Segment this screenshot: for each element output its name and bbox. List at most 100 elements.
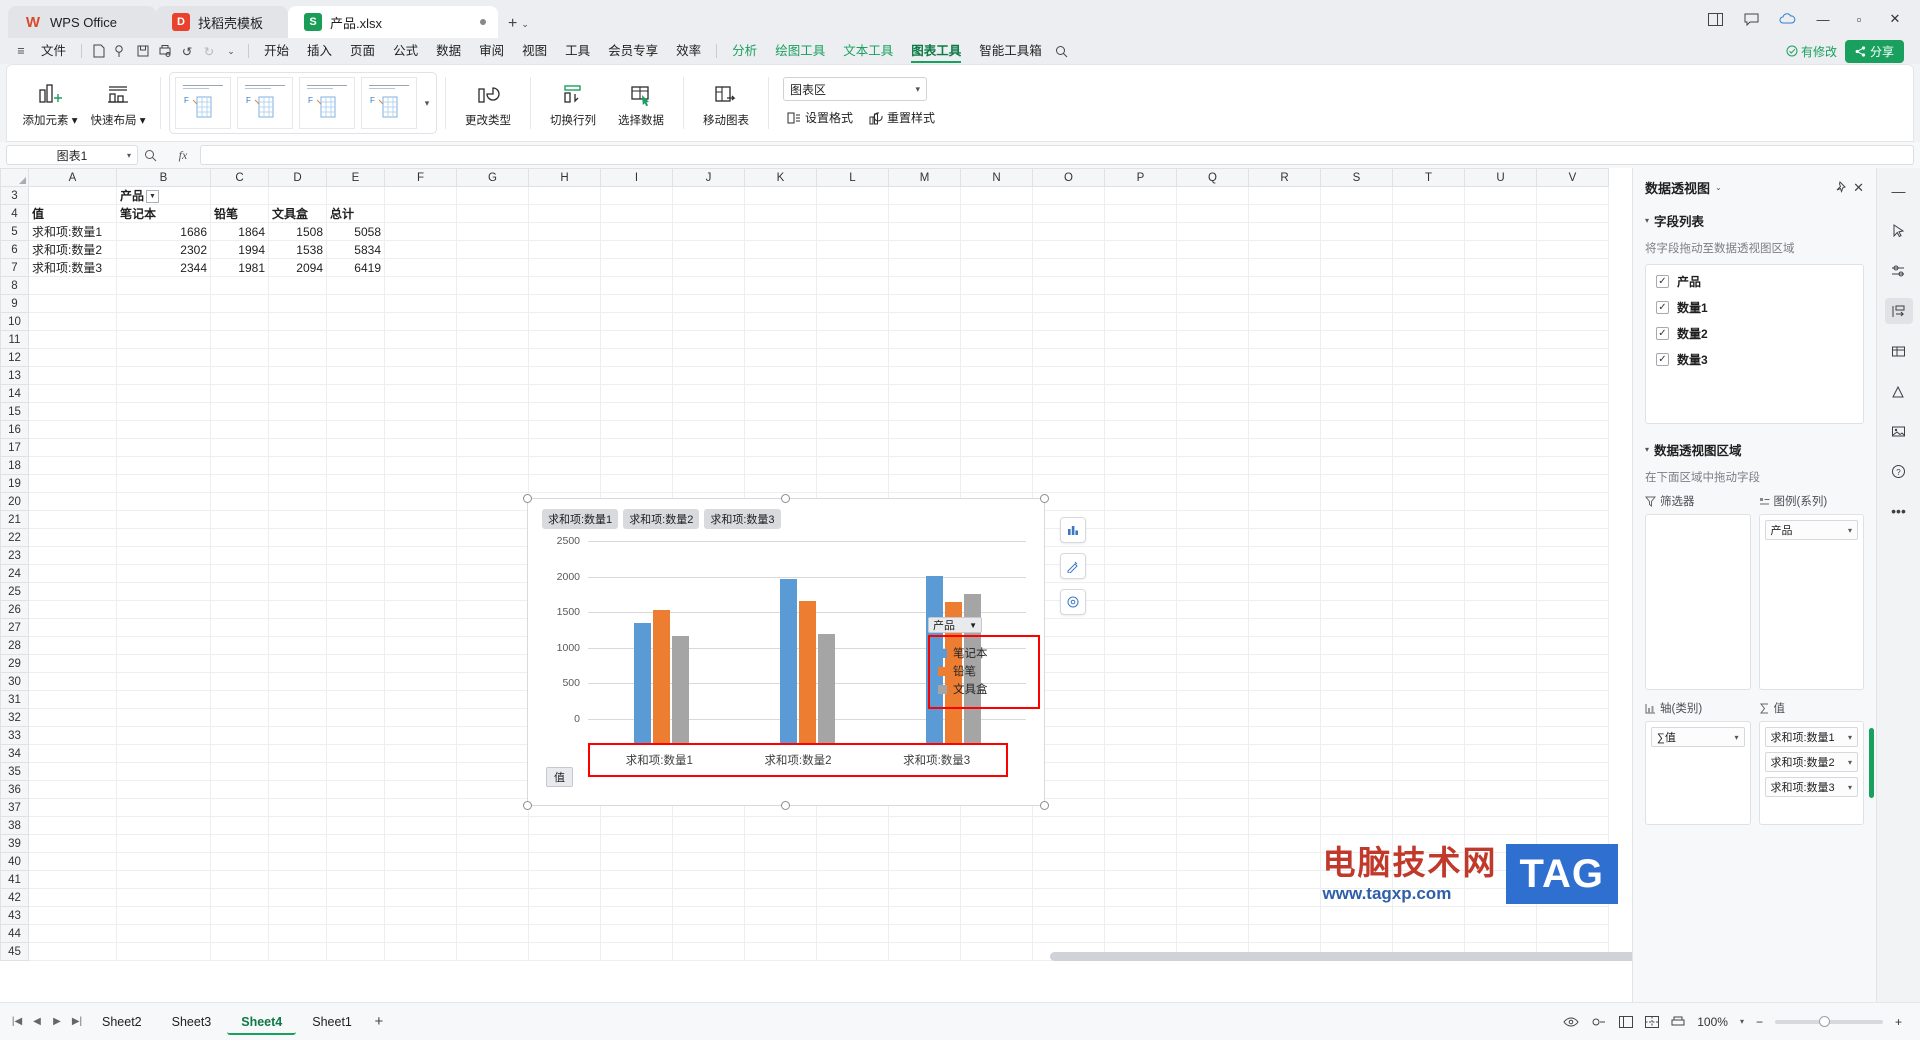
grid-cell-R40[interactable] — [1248, 852, 1321, 871]
row-header-41[interactable]: 41 — [0, 870, 29, 889]
row-header-31[interactable]: 31 — [0, 690, 29, 709]
grid-cell-J15[interactable] — [672, 402, 745, 421]
grid-cell-B40[interactable] — [116, 852, 211, 871]
grid-cell-B31[interactable] — [116, 690, 211, 709]
grid-cell-H3[interactable] — [528, 186, 601, 205]
row-header-30[interactable]: 30 — [0, 672, 29, 691]
table-icon[interactable] — [1885, 338, 1913, 364]
resize-handle-se[interactable] — [1040, 801, 1049, 810]
grid-cell-D41[interactable] — [268, 870, 327, 889]
menu-tab-2[interactable]: 页面 — [341, 40, 384, 62]
column-header-R[interactable]: R — [1248, 168, 1321, 187]
grid-cell-S34[interactable] — [1320, 744, 1393, 763]
grid-cell-G42[interactable] — [456, 888, 529, 907]
grid-cell-F27[interactable] — [384, 618, 457, 637]
grid-cell-P41[interactable] — [1104, 870, 1177, 889]
grid-cell-D5[interactable]: 1508 — [268, 222, 327, 241]
grid-cell-N4[interactable] — [960, 204, 1033, 223]
series-button-2[interactable]: 求和项:数量3 — [704, 509, 781, 529]
resize-handle-n[interactable] — [781, 494, 790, 503]
grid-cell-F29[interactable] — [384, 654, 457, 673]
grid-cell-M42[interactable] — [888, 888, 961, 907]
grid-cell-R25[interactable] — [1248, 582, 1321, 601]
grid-cell-F39[interactable] — [384, 834, 457, 853]
more-icon[interactable]: ••• — [1885, 498, 1913, 524]
grid-cell-F15[interactable] — [384, 402, 457, 421]
grid-cell-Q7[interactable] — [1176, 258, 1249, 277]
grid-cell-A21[interactable] — [28, 510, 117, 529]
grid-cell-L6[interactable] — [816, 240, 889, 259]
menu-tab-5[interactable]: 审阅 — [470, 40, 513, 62]
grid-cell-K7[interactable] — [744, 258, 817, 277]
grid-cell-D19[interactable] — [268, 474, 327, 493]
field-item-1[interactable]: ✓ 数量1 — [1656, 299, 1853, 316]
grid-cell-P35[interactable] — [1104, 762, 1177, 781]
grid-cell-R23[interactable] — [1248, 546, 1321, 565]
grid-cell-L16[interactable] — [816, 420, 889, 439]
grid-cell-P43[interactable] — [1104, 906, 1177, 925]
grid-cell-F17[interactable] — [384, 438, 457, 457]
switch-row-column-button[interactable]: 切换行列 — [539, 70, 607, 136]
grid-cell-J13[interactable] — [672, 366, 745, 385]
row-header-15[interactable]: 15 — [0, 402, 29, 421]
grid-cell-B23[interactable] — [116, 546, 211, 565]
grid-cell-T21[interactable] — [1392, 510, 1465, 529]
menu-tab-6[interactable]: 视图 — [513, 40, 556, 62]
grid-cell-E37[interactable] — [326, 798, 385, 817]
grid-cell-D3[interactable] — [268, 186, 327, 205]
grid-cell-K18[interactable] — [744, 456, 817, 475]
grid-cell-S12[interactable] — [1320, 348, 1393, 367]
grid-cell-F4[interactable] — [384, 204, 457, 223]
grid-cell-I4[interactable] — [600, 204, 673, 223]
grid-cell-A11[interactable] — [28, 330, 117, 349]
grid-cell-L45[interactable] — [816, 942, 889, 961]
grid-cell-A29[interactable] — [28, 654, 117, 673]
grid-cell-B13[interactable] — [116, 366, 211, 385]
grid-cell-P12[interactable] — [1104, 348, 1177, 367]
grid-cell-G8[interactable] — [456, 276, 529, 295]
grid-cell-S23[interactable] — [1320, 546, 1393, 565]
grid-cell-D17[interactable] — [268, 438, 327, 457]
grid-cell-L43[interactable] — [816, 906, 889, 925]
grid-cell-A27[interactable] — [28, 618, 117, 637]
grid-cell-U35[interactable] — [1464, 762, 1537, 781]
grid-cell-F21[interactable] — [384, 510, 457, 529]
grid-cell-G28[interactable] — [456, 636, 529, 655]
grid-cell-M15[interactable] — [888, 402, 961, 421]
grid-cell-G33[interactable] — [456, 726, 529, 745]
grid-cell-Q23[interactable] — [1176, 546, 1249, 565]
grid-cell-J44[interactable] — [672, 924, 745, 943]
zoom-in-button[interactable]: + — [1895, 1015, 1902, 1029]
grid-cell-V4[interactable] — [1536, 204, 1609, 223]
menu-tab-8[interactable]: 会员专享 — [599, 40, 667, 62]
grid-cell-A25[interactable] — [28, 582, 117, 601]
grid-cell-A14[interactable] — [28, 384, 117, 403]
column-header-Q[interactable]: Q — [1176, 168, 1249, 187]
grid-cell-Q35[interactable] — [1176, 762, 1249, 781]
grid-cell-H40[interactable] — [528, 852, 601, 871]
grid-cell-M19[interactable] — [888, 474, 961, 493]
grid-cell-F36[interactable] — [384, 780, 457, 799]
grid-cell-A34[interactable] — [28, 744, 117, 763]
gallery-item[interactable]: F — [361, 77, 417, 129]
cursor-icon[interactable] — [1885, 218, 1913, 244]
grid-cell-N12[interactable] — [960, 348, 1033, 367]
grid-cell-K6[interactable] — [744, 240, 817, 259]
grid-cell-B32[interactable] — [116, 708, 211, 727]
grid-cell-A40[interactable] — [28, 852, 117, 871]
grid-cell-E44[interactable] — [326, 924, 385, 943]
grid-cell-E15[interactable] — [326, 402, 385, 421]
grid-cell-S8[interactable] — [1320, 276, 1393, 295]
grid-cell-J9[interactable] — [672, 294, 745, 313]
grid-cell-P44[interactable] — [1104, 924, 1177, 943]
grid-cell-U30[interactable] — [1464, 672, 1537, 691]
grid-cell-D45[interactable] — [268, 942, 327, 961]
grid-cell-F32[interactable] — [384, 708, 457, 727]
grid-cell-E31[interactable] — [326, 690, 385, 709]
grid-cell-A43[interactable] — [28, 906, 117, 925]
grid-cell-U31[interactable] — [1464, 690, 1537, 709]
grid-cell-R22[interactable] — [1248, 528, 1321, 547]
row-header-3[interactable]: 3 — [0, 186, 29, 205]
row-header-21[interactable]: 21 — [0, 510, 29, 529]
column-header-O[interactable]: O — [1032, 168, 1105, 187]
